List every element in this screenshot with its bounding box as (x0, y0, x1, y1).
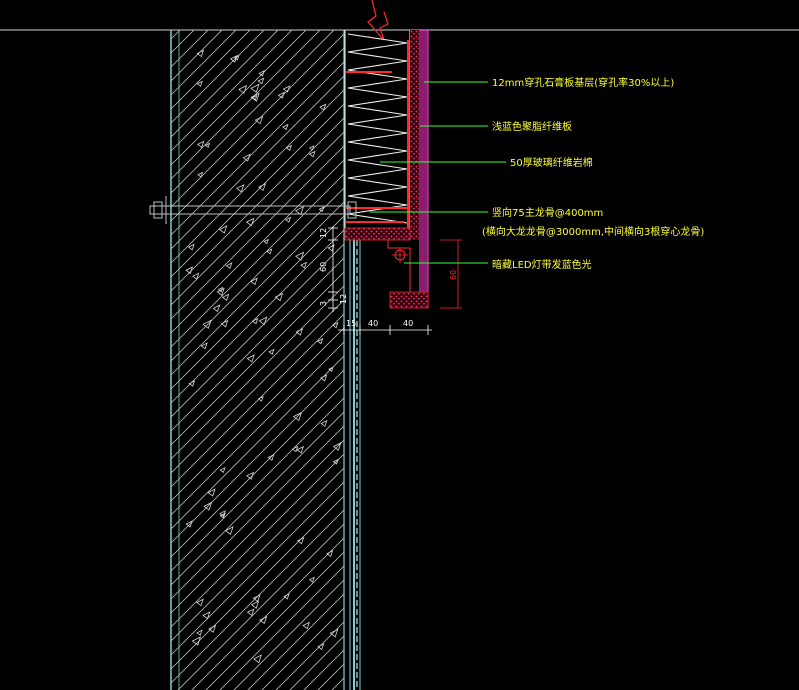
led-cove-pocket (387, 240, 411, 292)
note-led-strip: 暗藏LED灯带发蓝色光 (492, 258, 592, 271)
wall-finish-layers (349, 240, 361, 690)
concrete-wall (170, 30, 345, 690)
dim-v-3: 3 (319, 301, 328, 306)
dim-h-3: 40 (403, 319, 413, 328)
break-line-symbol (367, 0, 389, 41)
dim-pocket: 60 (449, 270, 458, 280)
note-polyester-board: 浅蓝色聚脂纤维板 (492, 120, 572, 133)
dim-h-2: 40 (368, 319, 378, 328)
dim-h-1: 15 (346, 319, 356, 328)
note-glass-wool: 50厚玻璃纤维岩棉 (510, 156, 593, 169)
dim-v-4: 12 (339, 294, 348, 304)
note-keel-detail: (横向大龙龙骨@3000mm,中间横向3根穿心龙骨) (482, 225, 704, 238)
glass-wool-insulation (344, 30, 411, 228)
dim-v-1: 12 (319, 228, 328, 238)
dim-v-2: 60 (319, 262, 328, 272)
note-perforated-gypsum: 12mm穿孔石膏板基层(穿孔率30%以上) (492, 76, 674, 89)
note-main-keel: 竖向75主龙骨@400mm (492, 206, 603, 219)
ceiling-wall-junction-drawing: 12 60 3 12 15 40 40 60 12mm穿孔石膏板基层(穿孔率30… (0, 0, 799, 690)
